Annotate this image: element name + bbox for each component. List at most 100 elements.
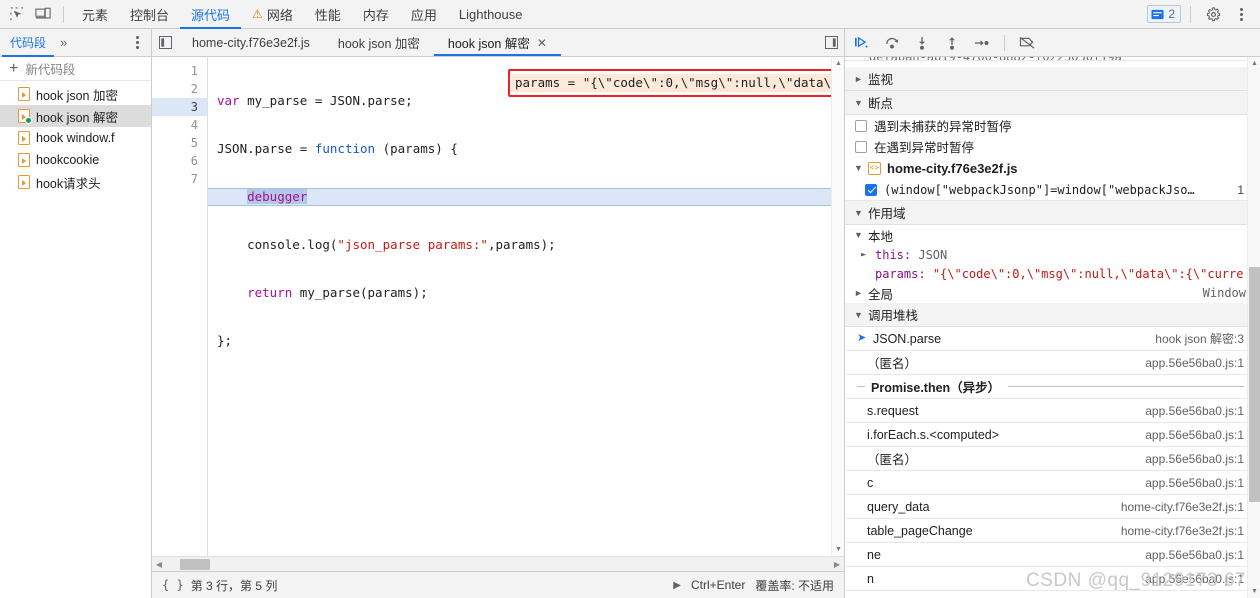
step-over-icon[interactable]	[883, 34, 901, 52]
more-vertical-icon[interactable]	[1228, 2, 1254, 26]
step-out-icon[interactable]	[943, 34, 961, 52]
breakpoint-file-name: home-city.f76e3e2f.js	[887, 160, 1018, 176]
snippet-item[interactable]: hook json 加密	[0, 83, 151, 105]
breakpoint-file-group[interactable]: ▼ <> home-city.f76e3e2f.js	[845, 157, 1260, 179]
gear-icon[interactable]	[1200, 2, 1226, 26]
breakpoint-entry[interactable]: (window["webpackJsonp"]=window["webpackJ…	[845, 179, 1260, 201]
code-line-1: var my_parse = JSON.parse;	[208, 92, 844, 110]
scope-params-value: "{\"code\":0,\"msg\":null,\"data\":{\"cu…	[932, 266, 1244, 281]
scope-global-label: 全局	[868, 287, 894, 302]
pretty-print-icon[interactable]: { }	[162, 578, 184, 592]
resume-script-icon[interactable]	[853, 34, 871, 52]
section-breakpoints[interactable]: ▼ 断点	[845, 91, 1260, 115]
cursor-position: 第 3 行，第 5 列	[190, 578, 278, 593]
scroll-right-icon[interactable]: ▶	[830, 560, 844, 569]
section-call-stack[interactable]: ▼ 调用堆栈	[845, 303, 1260, 327]
snippet-label: hook请求头	[36, 176, 101, 191]
call-stack-frame[interactable]: （匿名） app.56e56ba0.js:1	[845, 447, 1260, 471]
show-debugger-icon[interactable]	[818, 29, 844, 56]
call-stack-frame[interactable]: query_data home-city.f76e3e2f.js:1	[845, 495, 1260, 519]
chevron-down-icon: ▼	[854, 309, 863, 320]
inspect-element-icon[interactable]	[4, 2, 30, 26]
code-editor[interactable]: 1 2 3 4 5 6 7 var my_parse = JSON.parse;…	[152, 57, 844, 556]
line-number: 7	[190, 172, 198, 186]
call-stack-frame-location: app.56e56ba0.js:1	[1145, 451, 1244, 466]
breakpoint-enabled-checkbox[interactable]	[865, 183, 877, 196]
section-watch[interactable]: ► 监视	[845, 67, 1260, 91]
chevron-down-icon: ▼	[854, 207, 863, 218]
scope-this-row[interactable]: ► this: JSON	[845, 245, 1260, 264]
navigator-header: 代码段 »	[0, 29, 151, 57]
line-number: 4	[190, 118, 198, 132]
scroll-up-icon[interactable]: ▲	[832, 57, 844, 70]
call-stack-frame-selected[interactable]: ➤ JSON.parse hook json 解密:3	[845, 327, 1260, 351]
hscroll-track[interactable]	[166, 557, 830, 572]
console-message-badge[interactable]: 2	[1147, 5, 1181, 23]
pause-uncaught-label: 遇到未捕获的异常时暂停	[874, 120, 1012, 134]
token-text: ,params);	[487, 237, 556, 252]
message-icon	[1151, 9, 1164, 19]
scroll-down-icon[interactable]: ▼	[1248, 585, 1260, 598]
hscroll-thumb[interactable]	[180, 558, 210, 570]
tab-application[interactable]: 应用	[400, 0, 448, 29]
pause-uncaught-exceptions-row[interactable]: 遇到未捕获的异常时暂停	[845, 115, 1260, 136]
call-stack-frame[interactable]: ne app.56e56ba0.js:1	[845, 543, 1260, 567]
editor-tabbar-spacer	[561, 29, 818, 56]
scope-global-group[interactable]: ► 全局 Window	[845, 283, 1260, 303]
scope-params-row[interactable]: params: "{\"code\":0,\"msg\":null,\"data…	[845, 264, 1260, 283]
section-scope[interactable]: ▼ 作用域	[845, 201, 1260, 225]
pause-exceptions-checkbox[interactable]	[855, 140, 867, 153]
call-stack-frame[interactable]: s.request app.56e56ba0.js:1	[845, 399, 1260, 423]
tab-network[interactable]: ⚠ 网络	[241, 0, 304, 29]
toolbar-divider	[63, 5, 64, 23]
devtools-top-toolbar: 元素 控制台 源代码 ⚠ 网络 性能 内存 应用 Lighthouse 2	[0, 0, 1260, 29]
call-stack-frame[interactable]: i.forEach.s.<computed> app.56e56ba0.js:1	[845, 423, 1260, 447]
snippet-item-selected[interactable]: hook json 解密	[0, 105, 151, 127]
scroll-left-icon[interactable]: ◀	[152, 560, 166, 569]
pause-uncaught-checkbox[interactable]	[855, 119, 867, 132]
call-stack-frame[interactable]: c app.56e56ba0.js:1	[845, 471, 1260, 495]
vscroll-thumb[interactable]	[1249, 267, 1260, 502]
pause-exceptions-row[interactable]: 在遇到异常时暂停	[845, 136, 1260, 157]
snippet-item[interactable]: hookcookie	[0, 149, 151, 171]
tab-sources[interactable]: 源代码	[180, 0, 242, 29]
navigator-more-options-icon[interactable]	[136, 36, 139, 49]
editor-status-bar: { } 第 3 行，第 5 列 ▶ Ctrl+Enter 覆盖率: 不适用	[152, 571, 844, 598]
editor-tab-home-city[interactable]: home-city.f76e3e2f.js	[178, 29, 324, 56]
scroll-up-icon[interactable]: ▲	[1248, 57, 1260, 70]
step-icon[interactable]	[973, 34, 991, 52]
snippet-item[interactable]: hook请求头	[0, 171, 151, 193]
token-text: };	[217, 333, 233, 348]
navigator-tab-snippets[interactable]: 代码段	[1, 29, 55, 57]
step-into-icon[interactable]	[913, 34, 931, 52]
code-line-4: console.log("json_parse params:",params)…	[208, 236, 844, 254]
tab-performance[interactable]: 性能	[304, 0, 352, 29]
tab-memory[interactable]: 内存	[352, 0, 400, 29]
new-snippet-button[interactable]: + 新代码段	[0, 57, 151, 81]
close-icon[interactable]: ✕	[537, 36, 547, 50]
editor-vertical-scrollbar[interactable]: ▲ ▼	[831, 57, 844, 556]
call-stack-frame-location: app.56e56ba0.js:1	[1145, 403, 1244, 418]
line-number-gutter: 1 2 3 4 5 6 7	[152, 57, 208, 556]
show-navigator-icon[interactable]	[152, 29, 178, 56]
tab-lighthouse[interactable]: Lighthouse	[448, 0, 534, 29]
device-toolbar-icon[interactable]	[30, 2, 56, 26]
call-stack-frame[interactable]: （匿名） app.56e56ba0.js:1	[845, 351, 1260, 375]
editor-horizontal-scrollbar[interactable]: ◀ ▶	[152, 556, 844, 571]
run-snippet-icon[interactable]: ▶	[673, 580, 681, 591]
call-stack-frame[interactable]: n app.56e56ba0.js:1	[845, 567, 1260, 591]
scope-local-group[interactable]: ▼ 本地	[845, 225, 1260, 245]
call-stack-frame[interactable]: table_pageChange home-city.f76e3e2f.js:1	[845, 519, 1260, 543]
deactivate-breakpoints-icon[interactable]	[1018, 34, 1036, 52]
tab-elements[interactable]: 元素	[71, 0, 119, 29]
devtools-body: 代码段 » + 新代码段 hook json 加密 hook json 解密 h…	[0, 29, 1260, 598]
snippet-item[interactable]: hook window.f	[0, 127, 151, 149]
editor-tab-hook-json-decrypt[interactable]: hook json 解密 ✕	[433, 29, 561, 56]
debugger-vertical-scrollbar[interactable]: ▲ ▼	[1247, 57, 1260, 598]
code-content[interactable]: var my_parse = JSON.parse; JSON.parse = …	[208, 57, 844, 556]
tab-console[interactable]: 控制台	[119, 0, 180, 29]
editor-tab-hook-json-encrypt[interactable]: hook json 加密	[324, 29, 434, 56]
scroll-down-icon[interactable]: ▼	[832, 543, 844, 556]
navigator-more-tabs-icon[interactable]: »	[60, 35, 67, 50]
